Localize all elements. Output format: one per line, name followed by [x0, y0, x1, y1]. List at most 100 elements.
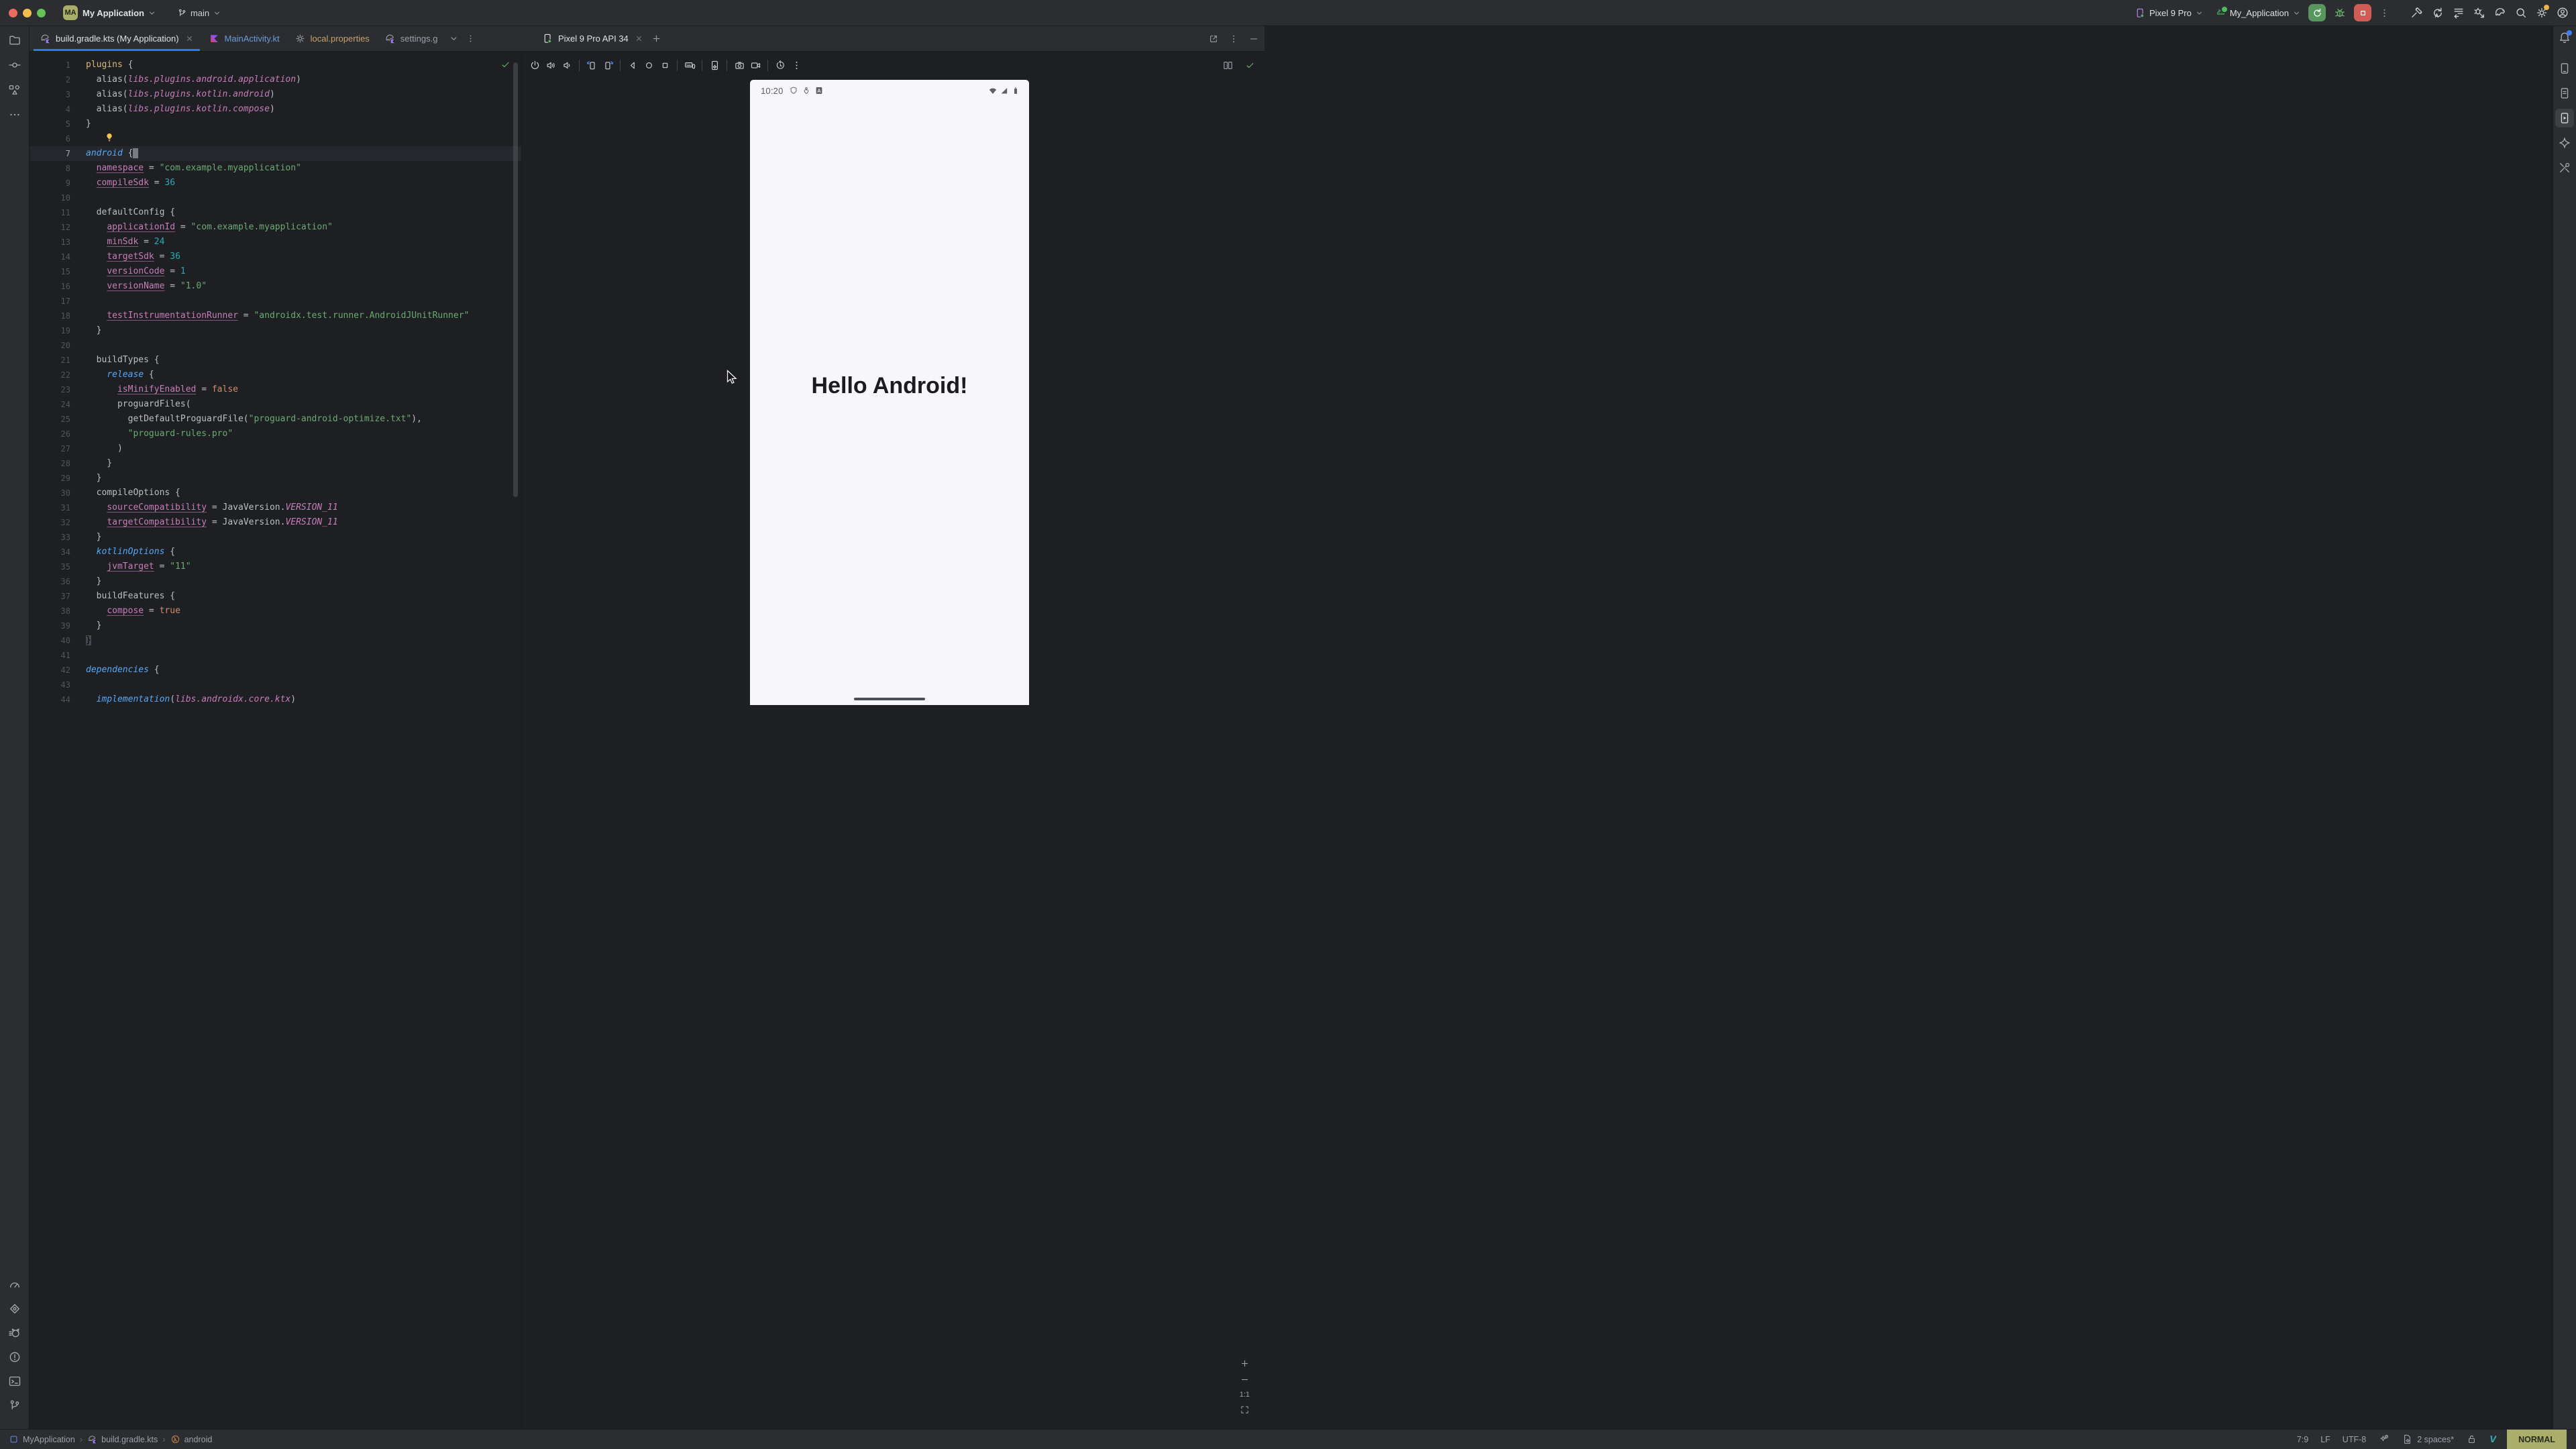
line-number[interactable]: 44 [30, 692, 86, 707]
file-encoding[interactable]: UTF-8 [2343, 1435, 2366, 1444]
profiler-icon[interactable] [8, 1278, 21, 1291]
breadcrumb-file[interactable]: build.gradle.kts [87, 1434, 158, 1444]
device-explorer-icon[interactable] [2555, 84, 2574, 103]
line-number[interactable]: 11 [30, 205, 86, 220]
line-number[interactable]: 27 [30, 441, 86, 456]
line-number[interactable]: 4 [30, 102, 86, 117]
more-horiz-icon[interactable] [8, 108, 21, 121]
line-number[interactable]: 36 [30, 574, 86, 589]
code-editor[interactable]: 1plugins {2 alias(libs.plugins.android.a… [30, 52, 521, 1430]
zoom-in-icon[interactable] [1240, 1358, 1250, 1368]
problems-icon[interactable] [8, 1350, 21, 1364]
inspections-ok-icon[interactable] [500, 60, 511, 70]
device-manager-icon[interactable] [2555, 59, 2574, 78]
project-selector[interactable]: My Application [83, 8, 156, 18]
app-inspection-icon[interactable] [8, 1302, 21, 1316]
line-number[interactable]: 5 [30, 117, 86, 131]
code-line-25[interactable]: 25 getDefaultProguardFile("proguard-andr… [30, 412, 521, 427]
line-number[interactable]: 38 [30, 604, 86, 619]
tab-list-chevron-icon[interactable] [449, 34, 459, 44]
running-devices-icon[interactable] [2555, 109, 2574, 127]
device-check-icon[interactable] [1245, 60, 1255, 70]
code-line-18[interactable]: 18 testInstrumentationRunner = "androidx… [30, 309, 521, 323]
rerun-button[interactable] [2308, 4, 2326, 21]
line-number[interactable]: 8 [30, 161, 86, 176]
line-number[interactable]: 17 [30, 294, 86, 309]
code-line-28[interactable]: 28 } [30, 456, 521, 471]
editor-scrollbar[interactable] [513, 62, 518, 497]
line-number[interactable]: 13 [30, 235, 86, 250]
line-number[interactable]: 32 [30, 515, 86, 530]
code-line-17[interactable]: 17 [30, 294, 521, 309]
camera-icon[interactable] [731, 60, 747, 71]
code-line-19[interactable]: 19 } [30, 323, 521, 338]
line-number[interactable]: 22 [30, 368, 86, 382]
tab-running-device[interactable]: Pixel 9 Pro API 34 [539, 33, 646, 44]
line-number[interactable]: 7 [30, 146, 86, 161]
line-number[interactable]: 9 [30, 176, 86, 191]
pin-disabled-icon[interactable] [2378, 1434, 2390, 1445]
more-vert-icon[interactable] [788, 60, 804, 71]
indent-widget[interactable]: 2 spaces* [2402, 1434, 2454, 1445]
line-number[interactable]: 41 [30, 648, 86, 663]
fit-screen-icon[interactable] [1240, 1405, 1250, 1415]
caret-position[interactable]: 7:9 [2297, 1435, 2308, 1444]
tab-settings-gradle[interactable]: settings.g [377, 26, 445, 51]
line-number[interactable]: 37 [30, 589, 86, 604]
tools-icon[interactable] [2555, 158, 2574, 177]
line-number[interactable]: 19 [30, 323, 86, 338]
run-config-selector[interactable]: My_Application [2215, 7, 2301, 19]
code-line-35[interactable]: 35 jvmTarget = "11" [30, 559, 521, 574]
code-line-15[interactable]: 15 versionCode = 1 [30, 264, 521, 279]
line-number[interactable]: 31 [30, 500, 86, 515]
rotate-right-icon[interactable] [600, 60, 616, 71]
code-line-16[interactable]: 16 versionName = "1.0" [30, 279, 521, 294]
profile-button[interactable] [2556, 6, 2569, 19]
breadcrumb-project[interactable]: MyApplication [9, 1434, 75, 1444]
power-icon[interactable] [527, 60, 543, 71]
device-settings-icon[interactable] [706, 60, 722, 71]
tab-build-gradle[interactable]: build.gradle.kts (My Application) [32, 26, 201, 51]
vim-mode-badge[interactable]: NORMAL [2507, 1430, 2567, 1449]
ideavim-icon[interactable]: V [2489, 1434, 2496, 1445]
code-line-5[interactable]: 5} [30, 117, 521, 131]
line-number[interactable]: 28 [30, 456, 86, 471]
code-line-7[interactable]: 7android { [30, 146, 521, 161]
code-line-23[interactable]: 23 isMinifyEnabled = false [30, 382, 521, 397]
code-changes-button[interactable] [2452, 6, 2465, 19]
logcat-icon[interactable] [8, 1326, 21, 1340]
line-separator[interactable]: LF [2320, 1435, 2330, 1444]
code-line-34[interactable]: 34 kotlinOptions { [30, 545, 521, 559]
line-number[interactable]: 16 [30, 279, 86, 294]
code-line-44[interactable]: 44 implementation(libs.androidx.core.ktx… [30, 692, 521, 707]
code-line-12[interactable]: 12 applicationId = "com.example.myapplic… [30, 220, 521, 235]
settings-button[interactable] [2535, 6, 2548, 19]
stop-button[interactable] [2354, 4, 2371, 21]
tab-local-properties[interactable]: local.properties [287, 26, 377, 51]
zoom-window-button[interactable] [37, 9, 46, 17]
code-line-26[interactable]: 26 "proguard-rules.pro" [30, 427, 521, 441]
line-number[interactable]: 15 [30, 264, 86, 279]
attach-debugger-button[interactable] [2473, 6, 2486, 19]
code-line-13[interactable]: 13 minSdk = 24 [30, 235, 521, 250]
zoom-out-icon[interactable] [1240, 1375, 1250, 1385]
code-line-27[interactable]: 27 ) [30, 441, 521, 456]
line-number[interactable]: 26 [30, 427, 86, 441]
code-line-10[interactable]: 10 [30, 191, 521, 205]
line-number[interactable]: 1 [30, 58, 86, 72]
code-line-2[interactable]: 2 alias(libs.plugins.android.application… [30, 72, 521, 87]
code-line-24[interactable]: 24 proguardFiles( [30, 397, 521, 412]
line-number[interactable]: 42 [30, 663, 86, 678]
code-line-41[interactable]: 41 [30, 648, 521, 663]
more-vert-icon[interactable] [1228, 34, 1239, 44]
code-line-39[interactable]: 39 } [30, 619, 521, 633]
emulator-screen[interactable]: 10:20 Hello Android! [750, 80, 1029, 705]
code-line-36[interactable]: 36 } [30, 574, 521, 589]
screen-record-icon[interactable] [747, 60, 763, 71]
code-line-30[interactable]: 30 compileOptions { [30, 486, 521, 500]
add-device-tab-icon[interactable] [651, 34, 661, 44]
code-line-8[interactable]: 8 namespace = "com.example.myapplication… [30, 161, 521, 176]
minimize-icon[interactable] [1248, 34, 1259, 44]
line-number[interactable]: 29 [30, 471, 86, 486]
device-selector[interactable]: Pixel 9 Pro [2135, 7, 2204, 19]
